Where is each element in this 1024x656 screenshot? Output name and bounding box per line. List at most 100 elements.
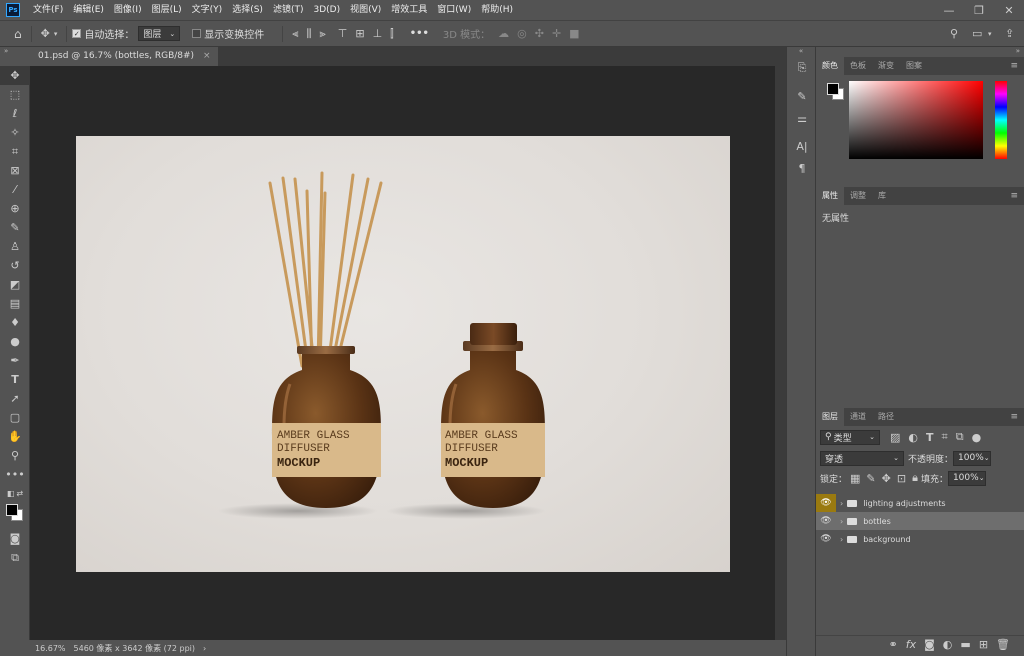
- screen-mode-icon[interactable]: ⧉: [0, 548, 30, 567]
- layer-row[interactable]: 👁︎ › lighting adjustments: [816, 494, 1024, 512]
- lock-position-icon[interactable]: ✥: [882, 472, 891, 485]
- document-tab[interactable]: 01.psd @ 16.7% (bottles, RGB/8#) ×: [30, 47, 219, 66]
- link-layers-icon[interactable]: ⚭: [889, 638, 898, 651]
- lock-transparent-icon[interactable]: ▦: [850, 472, 860, 485]
- menu-file[interactable]: 文件(F): [28, 0, 68, 20]
- character-panel-icon[interactable]: A|: [787, 135, 817, 157]
- auto-select-checkbox[interactable]: ✓: [72, 29, 82, 38]
- new-layer-icon[interactable]: ⊞: [979, 638, 988, 651]
- magic-wand-tool-icon[interactable]: ✧: [0, 123, 30, 142]
- expand-chevron-icon[interactable]: ›: [840, 517, 843, 526]
- share-icon[interactable]: ⇪: [1005, 27, 1014, 40]
- collapse-panel-icon[interactable]: »: [4, 47, 8, 55]
- quick-mask-icon[interactable]: ◙: [0, 529, 30, 548]
- panel-menu-icon[interactable]: ≡: [1010, 57, 1018, 75]
- menu-view[interactable]: 视图(V): [345, 0, 386, 20]
- align-center-icon[interactable]: ⫼: [306, 27, 311, 41]
- healing-brush-tool-icon[interactable]: ⊕: [0, 199, 30, 218]
- menu-layer[interactable]: 图层(L): [147, 0, 187, 20]
- show-transform-checkbox[interactable]: [192, 29, 202, 38]
- home-icon[interactable]: ⌂: [14, 27, 22, 41]
- delete-layer-icon[interactable]: 🗑︎: [996, 638, 1010, 651]
- distribute-icon[interactable]: ⫿: [390, 27, 394, 41]
- layer-filter-dropdown[interactable]: ⚲ 类型 ⌄: [820, 429, 880, 445]
- dodge-tool-icon[interactable]: ●: [0, 332, 30, 351]
- color-swatches[interactable]: [0, 503, 29, 525]
- align-left-icon[interactable]: ⫷: [292, 27, 298, 41]
- 3d-roll-icon[interactable]: ◎: [517, 27, 527, 40]
- lock-artboard-icon[interactable]: ⊡: [897, 472, 906, 485]
- filter-pixel-icon[interactable]: ▨: [890, 431, 900, 444]
- menu-image[interactable]: 图像(I): [109, 0, 147, 20]
- document-image[interactable]: AMBER GLASS DIFFUSER MOCKUP AMBER GLASS …: [76, 136, 730, 572]
- menu-help[interactable]: 帮助(H): [476, 0, 518, 20]
- menu-select[interactable]: 选择(S): [227, 0, 268, 20]
- zoom-tool-icon[interactable]: ⚲: [0, 446, 30, 465]
- auto-select-target-dropdown[interactable]: 图层 ⌄: [138, 26, 181, 41]
- history-panel-icon[interactable]: ⎘: [787, 57, 817, 79]
- workspace-icon[interactable]: ▭: [972, 27, 982, 40]
- new-group-icon[interactable]: ▬: [960, 638, 970, 651]
- align-bottom-icon[interactable]: ⊥: [373, 27, 383, 40]
- menu-plugins[interactable]: 增效工具: [386, 0, 432, 20]
- tab-patterns[interactable]: 图案: [900, 57, 928, 75]
- tab-channels[interactable]: 通道: [844, 408, 872, 426]
- move-tool-icon[interactable]: ✥: [0, 66, 30, 85]
- tab-paths[interactable]: 路径: [872, 408, 900, 426]
- zoom-level[interactable]: 16.67%: [35, 644, 66, 653]
- gradient-tool-icon[interactable]: ▤: [0, 294, 30, 313]
- edit-toolbar-icon[interactable]: •••: [0, 465, 30, 484]
- restore-button[interactable]: ❐: [964, 0, 994, 20]
- filter-shape-icon[interactable]: ⌗: [942, 430, 948, 444]
- vertical-scrollbar[interactable]: [775, 66, 786, 640]
- layer-style-icon[interactable]: fx: [906, 638, 916, 651]
- tab-color[interactable]: 颜色: [816, 57, 844, 75]
- filter-toggle-icon[interactable]: ●: [972, 431, 982, 444]
- tab-layers[interactable]: 图层: [816, 408, 844, 426]
- menu-filter[interactable]: 滤镜(T): [268, 0, 309, 20]
- blur-tool-icon[interactable]: ♦: [0, 313, 30, 332]
- eye-icon[interactable]: 👁︎: [816, 494, 836, 512]
- swap-arrow-icon[interactable]: ⇄: [16, 489, 23, 498]
- menu-3d[interactable]: 3D(D): [308, 0, 345, 20]
- new-adjustment-icon[interactable]: ◐: [943, 638, 953, 651]
- 3d-orbit-icon[interactable]: ☁: [498, 27, 509, 40]
- close-window-button[interactable]: ✕: [994, 0, 1024, 20]
- frame-tool-icon[interactable]: ⊠: [0, 161, 30, 180]
- hue-slider[interactable]: [995, 81, 1007, 159]
- swap-colors-icon[interactable]: ◧: [7, 489, 15, 498]
- adjustments-icon[interactable]: ⚌: [787, 107, 817, 129]
- marquee-tool-icon[interactable]: ⬚: [0, 85, 30, 104]
- hand-tool-icon[interactable]: ✋: [0, 427, 30, 446]
- move-tool-icon[interactable]: ✥: [41, 27, 50, 40]
- panel-menu-icon[interactable]: ≡: [1010, 408, 1018, 426]
- chevron-down-icon[interactable]: ▾: [54, 30, 58, 38]
- more-options-button[interactable]: •••: [410, 28, 429, 39]
- rectangle-tool-icon[interactable]: ▢: [0, 408, 30, 427]
- lock-all-icon[interactable]: 🔒︎: [912, 471, 918, 485]
- color-field[interactable]: [849, 81, 983, 159]
- menu-edit[interactable]: 编辑(E): [68, 0, 109, 20]
- filter-smart-object-icon[interactable]: ⧉: [956, 430, 964, 444]
- tab-gradients[interactable]: 渐变: [872, 57, 900, 75]
- expand-chevron-icon[interactable]: ›: [840, 499, 843, 508]
- tab-properties[interactable]: 属性: [816, 187, 844, 205]
- search-icon[interactable]: ⚲: [950, 27, 958, 40]
- filter-adjustment-icon[interactable]: ◐: [908, 431, 918, 444]
- fill-field[interactable]: 100% ⌄: [947, 470, 986, 486]
- layer-row[interactable]: 👁︎ › background: [816, 530, 1024, 548]
- eraser-tool-icon[interactable]: ◩: [0, 275, 30, 294]
- menu-window[interactable]: 窗口(W): [432, 0, 476, 20]
- align-middle-icon[interactable]: ⊞: [355, 27, 364, 40]
- type-tool-icon[interactable]: T: [0, 370, 30, 389]
- tab-adjustments[interactable]: 调整: [844, 187, 872, 205]
- path-selection-tool-icon[interactable]: ➚: [0, 389, 30, 408]
- opacity-field[interactable]: 100% ⌄: [953, 450, 992, 466]
- add-mask-icon[interactable]: ◙: [924, 638, 935, 651]
- panel-menu-icon[interactable]: ≡: [1010, 187, 1018, 205]
- chevron-down-icon[interactable]: ▾: [988, 30, 992, 38]
- eye-icon[interactable]: 👁︎: [816, 530, 836, 548]
- foreground-color-chip[interactable]: [827, 83, 839, 95]
- lasso-tool-icon[interactable]: ℓ: [0, 104, 30, 123]
- collapse-dock-icon[interactable]: «: [787, 47, 815, 57]
